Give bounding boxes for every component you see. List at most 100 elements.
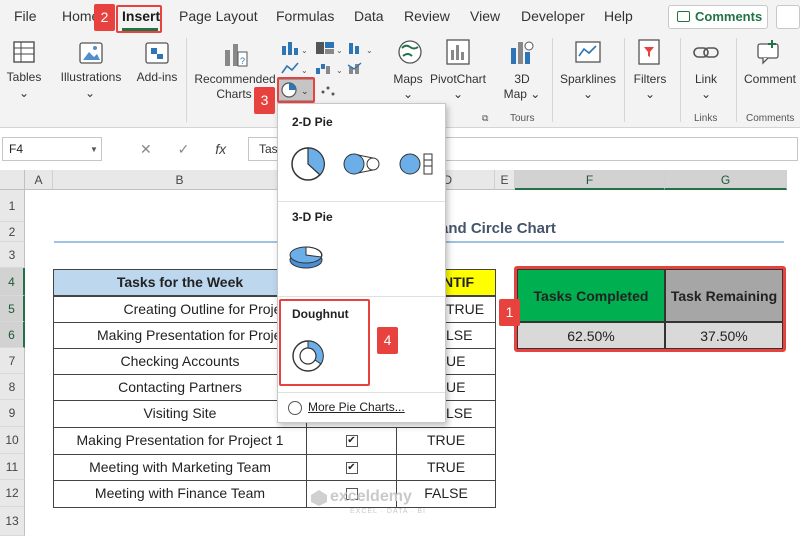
chevron-down-icon[interactable]: ⌄ xyxy=(698,87,714,102)
table-icon[interactable] xyxy=(12,40,36,64)
illustrations-button[interactable]: Illustrations xyxy=(56,70,126,85)
column-header-f[interactable]: F xyxy=(515,170,665,190)
line-chart-icon[interactable]: ⌄ xyxy=(280,60,308,76)
cancel-icon[interactable]: ✕ xyxy=(140,141,152,157)
tab-data[interactable]: Data xyxy=(354,8,384,24)
column-header-a[interactable]: A xyxy=(25,170,53,190)
chevron-down-icon[interactable]: ⌄ xyxy=(400,87,416,102)
column-header-e[interactable]: E xyxy=(495,170,515,190)
tab-view[interactable]: View xyxy=(470,8,500,24)
recommended-charts-label-1[interactable]: Recommended xyxy=(190,72,280,87)
tables-button[interactable]: Tables xyxy=(4,70,44,85)
filters-button[interactable]: Filters xyxy=(628,72,672,87)
tab-page-layout[interactable]: Page Layout xyxy=(179,8,258,24)
sparklines-button[interactable]: Sparklines xyxy=(556,72,620,87)
recommended-charts-icon[interactable]: ? xyxy=(222,40,250,70)
row-header-2[interactable]: 2 xyxy=(0,222,25,242)
divider xyxy=(278,392,445,393)
table-row[interactable]: Meeting with Marketing Team xyxy=(53,454,307,481)
addins-icon[interactable] xyxy=(144,40,170,66)
dialog-launcher-icon[interactable]: ⧉ xyxy=(482,113,488,124)
checkbox-checked[interactable]: ✔ xyxy=(345,462,358,475)
tab-review[interactable]: Review xyxy=(404,8,450,24)
enter-icon[interactable]: ✓ xyxy=(178,141,190,157)
status-cell[interactable]: TRUE xyxy=(396,454,496,481)
row-header-4[interactable]: 4 xyxy=(0,268,25,296)
row-header-3[interactable]: 3 xyxy=(0,242,25,268)
3d-map-label-2[interactable]: Map ⌄ xyxy=(500,87,544,102)
name-box[interactable]: F4 xyxy=(2,137,102,161)
table-row[interactable]: Visiting Site xyxy=(53,400,307,428)
table-row[interactable]: Contacting Partners xyxy=(53,374,307,401)
row-header-1[interactable]: 1 xyxy=(0,190,25,222)
chevron-down-icon[interactable]: ⌄ xyxy=(580,87,596,102)
table-row[interactable]: Checking Accounts xyxy=(53,348,307,375)
globe-icon[interactable] xyxy=(396,38,424,66)
status-cell[interactable]: UE xyxy=(446,374,496,401)
checkbox-cell[interactable]: ✔ xyxy=(306,454,397,481)
chevron-down-icon[interactable]: ⌄ xyxy=(82,86,98,101)
link-button[interactable]: Link xyxy=(688,72,724,87)
row-header-6[interactable]: 6 xyxy=(0,322,25,348)
link-icon[interactable] xyxy=(692,42,720,64)
table-row[interactable]: Making Presentation for Project 1 xyxy=(53,427,307,455)
statistic-chart-icon[interactable]: ⌄ xyxy=(346,40,376,56)
row-header-7[interactable]: 7 xyxy=(0,348,25,374)
scatter-chart-icon[interactable] xyxy=(318,82,340,98)
checkbox-checked[interactable]: ✔ xyxy=(345,435,358,448)
row-header-9[interactable]: 9 xyxy=(0,400,25,427)
recommended-charts-label-2[interactable]: Charts xyxy=(214,87,254,102)
table-row[interactable]: Making Presentation for Project 1 xyxy=(53,322,307,349)
select-all-corner[interactable] xyxy=(0,170,25,190)
checkbox-cell[interactable]: ✔ xyxy=(306,427,397,455)
hierarchy-chart-icon[interactable]: ⌄ xyxy=(314,40,344,56)
chevron-down-icon[interactable]: ▼ xyxy=(90,145,98,154)
table-row[interactable]: Creating Outline for Project 1 xyxy=(53,296,307,323)
insert-function-icon[interactable]: fx xyxy=(215,141,226,157)
row-header-11[interactable]: 11 xyxy=(0,454,25,480)
filters-icon[interactable] xyxy=(636,38,664,66)
table-header-countif[interactable]: NTIF xyxy=(440,269,496,296)
maps-button[interactable]: Maps xyxy=(388,72,428,87)
waterfall-chart-icon[interactable]: ⌄ xyxy=(314,60,344,76)
chevron-down-icon[interactable]: ⌄ xyxy=(450,87,466,102)
column-chart-icon[interactable]: ⌄ xyxy=(280,40,308,56)
sparklines-icon[interactable] xyxy=(574,40,602,66)
row-header-13[interactable]: 13 xyxy=(0,507,25,536)
table-header-tasks[interactable]: Tasks for the Week xyxy=(53,269,307,296)
status-cell[interactable]: LSE xyxy=(446,400,496,428)
table-row[interactable]: Meeting with Finance Team xyxy=(53,480,307,508)
tab-developer[interactable]: Developer xyxy=(521,8,585,24)
status-cell[interactable]: LSE xyxy=(446,322,496,349)
status-cell[interactable]: UE xyxy=(446,348,496,375)
pivotchart-icon[interactable] xyxy=(444,38,472,68)
tab-formulas[interactable]: Formulas xyxy=(276,8,334,24)
combo-chart-icon[interactable] xyxy=(346,60,376,76)
3d-map-label-1[interactable]: 3D xyxy=(502,72,542,87)
share-button[interactable] xyxy=(776,5,800,29)
row-header-10[interactable]: 10 xyxy=(0,427,25,454)
pie-2d-option[interactable] xyxy=(288,144,328,184)
chevron-down-icon[interactable]: ⌄ xyxy=(16,86,32,101)
row-header-12[interactable]: 12 xyxy=(0,480,25,507)
pivotchart-button[interactable]: PivotChart xyxy=(426,72,490,87)
addins-button[interactable]: Add-ins xyxy=(136,70,178,85)
pie-of-pie-option[interactable] xyxy=(342,150,382,178)
chevron-down-icon[interactable]: ⌄ xyxy=(642,87,658,102)
status-cell[interactable]: TRUE xyxy=(446,296,496,323)
tab-file[interactable]: File xyxy=(14,8,37,24)
more-pie-charts-link[interactable]: More Pie Charts... xyxy=(288,400,405,415)
new-comment-icon[interactable] xyxy=(754,38,782,66)
row-header-5[interactable]: 5 xyxy=(0,296,25,322)
comment-button[interactable]: Comment xyxy=(740,72,800,87)
3d-map-icon[interactable] xyxy=(508,38,536,68)
comments-button[interactable]: Comments xyxy=(668,5,768,29)
row-header-8[interactable]: 8 xyxy=(0,374,25,400)
column-header-b[interactable]: B xyxy=(53,170,307,190)
status-cell[interactable]: TRUE xyxy=(396,427,496,455)
column-header-g[interactable]: G xyxy=(665,170,787,190)
tab-help[interactable]: Help xyxy=(604,8,633,24)
illustrations-icon[interactable] xyxy=(78,40,104,66)
bar-of-pie-option[interactable] xyxy=(398,150,438,178)
pie-3d-option[interactable] xyxy=(288,242,328,274)
